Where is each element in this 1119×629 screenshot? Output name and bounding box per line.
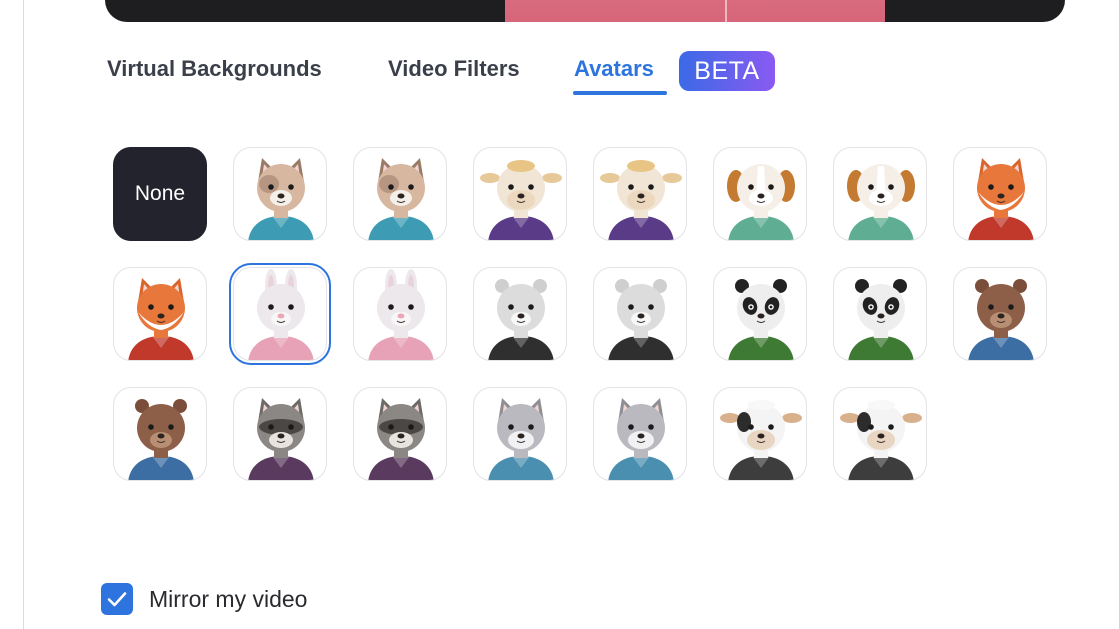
- video-preview: [105, 0, 1065, 22]
- tab-avatars[interactable]: Avatars: [574, 56, 654, 82]
- rabbit-avatar-icon: [248, 269, 314, 360]
- avatar-option-wolf[interactable]: [473, 387, 567, 481]
- avatar-option-fox[interactable]: [953, 147, 1047, 241]
- cat-avatar-icon: [368, 158, 434, 240]
- avatar-option-panda[interactable]: [713, 267, 807, 361]
- avatar-option-cow2[interactable]: [833, 387, 927, 481]
- avatar-option-raccoon[interactable]: [353, 387, 447, 481]
- checkmark-icon: [107, 592, 127, 607]
- hoodie-zipper: [725, 0, 727, 22]
- mirror-video-label: Mirror my video: [149, 586, 308, 612]
- beaver-avatar-icon: [968, 279, 1034, 360]
- beaver-avatar-icon: [128, 399, 194, 480]
- fox-avatar-icon: [968, 158, 1034, 240]
- rabbit-avatar-icon: [368, 269, 434, 360]
- avatar-option-beaver[interactable]: [113, 387, 207, 481]
- avatar-option-wolf[interactable]: [593, 387, 687, 481]
- panda-avatar-icon: [848, 279, 914, 360]
- avatar-option-cow2[interactable]: [713, 387, 807, 481]
- cow-avatar-icon: [600, 160, 682, 240]
- active-tab-indicator: [573, 91, 667, 95]
- cat-avatar-icon: [248, 158, 314, 240]
- avatar-none-label: None: [134, 182, 186, 205]
- sidebar-divider: [23, 0, 24, 629]
- avatar-grid: None: [113, 147, 1053, 487]
- avatar-option-rabbit[interactable]: [229, 263, 331, 365]
- wolf-avatar-icon: [488, 398, 554, 480]
- polar-bear-avatar-icon: [488, 279, 554, 360]
- avatar-option-cow[interactable]: [593, 147, 687, 241]
- cow-avatar-icon: [840, 400, 922, 480]
- avatar-option-cow[interactable]: [473, 147, 567, 241]
- raccoon-avatar-icon: [248, 398, 314, 480]
- beta-badge: BETA: [679, 51, 775, 91]
- tab-video-filters[interactable]: Video Filters: [388, 56, 520, 82]
- cow-avatar-icon: [720, 400, 802, 480]
- avatar-option-raccoon[interactable]: [233, 387, 327, 481]
- mirror-video-checkbox[interactable]: [101, 583, 133, 615]
- wolf-avatar-icon: [608, 398, 674, 480]
- avatar-option-cat[interactable]: [353, 147, 447, 241]
- tab-virtual-backgrounds[interactable]: Virtual Backgrounds: [107, 56, 322, 82]
- cow-avatar-icon: [480, 160, 562, 240]
- avatars-settings-page: Virtual Backgrounds Video Filters Avatar…: [0, 0, 1119, 629]
- dog-avatar-icon: [847, 164, 915, 240]
- avatar-none-option[interactable]: None: [113, 147, 207, 241]
- fox-avatar-icon: [128, 278, 194, 360]
- dog-avatar-icon: [727, 164, 795, 240]
- raccoon-avatar-icon: [368, 398, 434, 480]
- polar-bear-avatar-icon: [608, 279, 674, 360]
- avatar-option-panda[interactable]: [833, 267, 927, 361]
- avatar-option-beaver[interactable]: [953, 267, 1047, 361]
- preview-person-image: [505, 0, 885, 22]
- avatar-option-fox[interactable]: [113, 267, 207, 361]
- panda-avatar-icon: [728, 279, 794, 360]
- avatar-option-cat[interactable]: [233, 147, 327, 241]
- avatar-option-bear[interactable]: [473, 267, 567, 361]
- avatar-option-dog[interactable]: [713, 147, 807, 241]
- avatar-option-rabbit[interactable]: [353, 267, 447, 361]
- avatar-option-bear[interactable]: [593, 267, 687, 361]
- avatar-option-dog[interactable]: [833, 147, 927, 241]
